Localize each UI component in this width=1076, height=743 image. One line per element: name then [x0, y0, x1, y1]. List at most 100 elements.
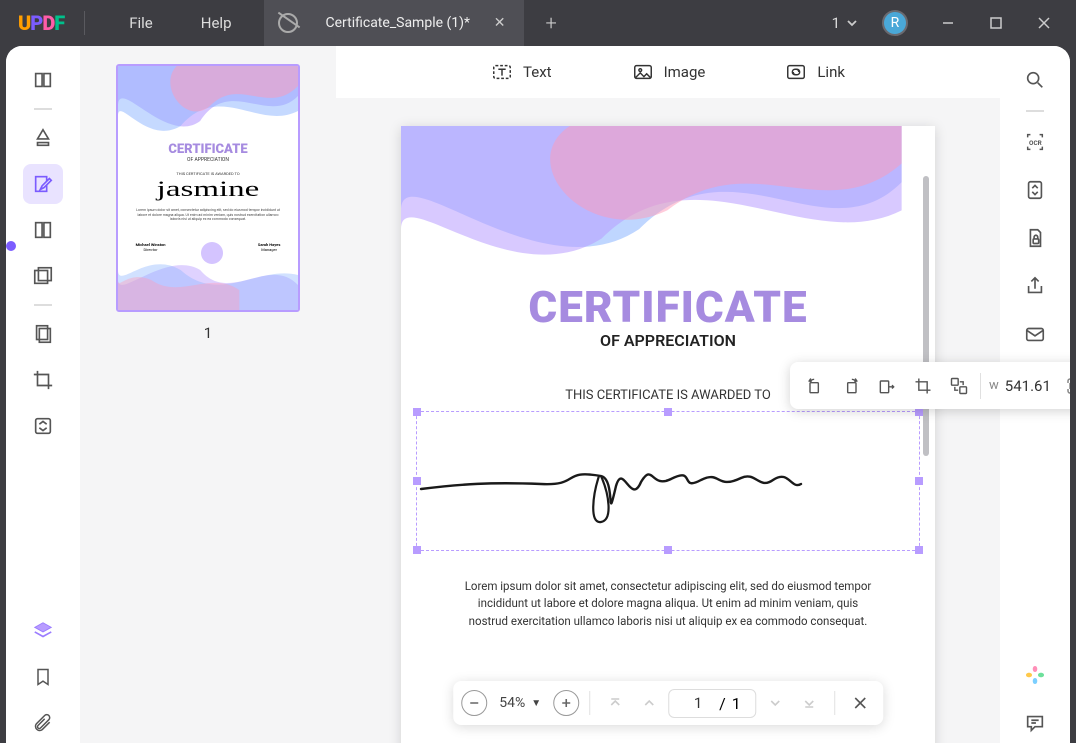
page-indicator: / 1: [668, 689, 756, 718]
crop-image-button[interactable]: [906, 369, 940, 403]
thumbnail-page-number: 1: [204, 324, 212, 342]
layers-button[interactable]: [23, 611, 63, 651]
width-value[interactable]: 541.61: [1005, 377, 1059, 395]
close-nav-button[interactable]: [845, 688, 875, 718]
thumbnail-panel: CERTIFICATE OF APPRECIATION THIS CERTIFI…: [80, 46, 336, 743]
resize-handle-n[interactable]: [664, 408, 672, 416]
width-label: w: [985, 378, 1003, 393]
redact-tool[interactable]: [23, 256, 63, 296]
replace-image-button[interactable]: [942, 369, 976, 403]
first-page-button[interactable]: [600, 688, 630, 718]
left-tool-rail: [6, 46, 80, 743]
separator: [34, 108, 52, 110]
document-tab[interactable]: Certificate_Sample (1)* ✕: [264, 0, 524, 46]
thumb-title: CERTIFICATE: [118, 142, 298, 157]
thumb-wave-bottom: [118, 260, 298, 310]
share-button[interactable]: [1015, 266, 1055, 306]
ai-assistant-button[interactable]: [1015, 655, 1055, 695]
ocr-icon: OCR: [1024, 131, 1046, 153]
prev-page-button[interactable]: [634, 688, 664, 718]
protect-button[interactable]: [1015, 218, 1055, 258]
lock-icon: [1024, 227, 1046, 249]
crop-tool[interactable]: [23, 360, 63, 400]
page-thumbnail[interactable]: CERTIFICATE OF APPRECIATION THIS CERTIFI…: [116, 64, 300, 312]
zoom-page-nav: 54% ▼ / 1: [453, 681, 883, 725]
email-button[interactable]: [1015, 314, 1055, 354]
vertical-scrollbar[interactable]: [922, 136, 930, 685]
tab-doc-icon: [278, 13, 298, 33]
comment-button[interactable]: [1015, 703, 1055, 743]
new-tab-button[interactable]: +: [546, 11, 557, 35]
maximize-button[interactable]: [974, 0, 1018, 46]
zoom-in-button[interactable]: [553, 690, 579, 716]
compress-tool[interactable]: [23, 406, 63, 446]
edit-tool[interactable]: [23, 164, 63, 204]
search-button[interactable]: [1015, 60, 1055, 100]
rotate-right-button[interactable]: [834, 369, 868, 403]
zoom-level-dropdown[interactable]: 54% ▼: [491, 695, 549, 711]
scrollbar-thumb[interactable]: [923, 176, 929, 456]
next-page-button[interactable]: [760, 688, 790, 718]
close-window-button[interactable]: [1022, 0, 1066, 46]
separator: [34, 304, 52, 306]
page-separator: /: [719, 694, 726, 713]
insert-toolbar: Text Image Link: [336, 46, 1000, 98]
document-page[interactable]: CERTIFICATE OF APPRECIATION THIS CERTIFI…: [401, 126, 935, 743]
mail-icon: [1024, 323, 1046, 345]
separator: [589, 691, 590, 715]
resize-handle-sw[interactable]: [413, 546, 421, 554]
current-page-input[interactable]: [683, 694, 713, 712]
close-tab-button[interactable]: ✕: [490, 11, 510, 35]
bookmark-button[interactable]: [23, 657, 63, 697]
separator: [834, 691, 835, 715]
app-logo: UPDF: [18, 11, 64, 35]
certificate-title[interactable]: CERTIFICATE: [449, 281, 887, 333]
menu-file[interactable]: File: [129, 14, 153, 32]
thumb-wave-graphic: [118, 66, 298, 140]
svg-text:OCR: OCR: [1029, 139, 1042, 147]
ocr-button[interactable]: OCR: [1015, 122, 1055, 162]
organize-tool[interactable]: [23, 210, 63, 250]
resize-handle-s[interactable]: [664, 546, 672, 554]
insert-image-label: Image: [664, 63, 706, 81]
search-icon: [1024, 69, 1046, 91]
image-icon: [632, 61, 654, 83]
link-icon: [785, 61, 807, 83]
comment-icon: [1024, 712, 1046, 734]
thumb-sig-right-role: Manager: [261, 247, 277, 252]
separator: [980, 373, 981, 399]
pages-tool[interactable]: [23, 314, 63, 354]
insert-image-button[interactable]: Image: [632, 61, 706, 83]
reader-tool[interactable]: [23, 60, 63, 100]
text-icon: [491, 61, 513, 83]
certificate-subtitle[interactable]: OF APPRECIATION: [449, 331, 887, 350]
separator: [1026, 110, 1044, 112]
extract-button[interactable]: [870, 369, 904, 403]
recipient-signature-image[interactable]: [401, 434, 935, 534]
zoom-out-button[interactable]: [461, 690, 487, 716]
resize-handle-nw[interactable]: [413, 408, 421, 416]
tab-title: Certificate_Sample (1)*: [326, 15, 471, 31]
thumb-signature: jasmine: [116, 176, 300, 202]
lock-aspect-button[interactable]: [1061, 377, 1070, 395]
ai-flower-icon: [1023, 663, 1047, 687]
thumb-sig-left-role: Director: [144, 247, 158, 252]
titlebar: UPDF File Help Certificate_Sample (1)* ✕…: [0, 0, 1076, 46]
attachment-button[interactable]: [23, 703, 63, 743]
insert-link-button[interactable]: Link: [785, 61, 845, 83]
highlight-tool[interactable]: [23, 118, 63, 158]
chevron-down-icon: ▼: [531, 698, 541, 709]
last-page-button[interactable]: [794, 688, 824, 718]
user-avatar[interactable]: R: [882, 10, 908, 36]
active-indicator: [6, 241, 16, 251]
insert-text-button[interactable]: Text: [491, 61, 552, 83]
menu-help[interactable]: Help: [201, 14, 232, 32]
convert-button[interactable]: [1015, 170, 1055, 210]
zoom-value: 54%: [499, 695, 525, 711]
certificate-body-text[interactable]: Lorem ipsum dolor sit amet, consectetur …: [461, 578, 875, 630]
app-body: CERTIFICATE OF APPRECIATION THIS CERTIFI…: [6, 46, 1070, 743]
canvas-viewport[interactable]: CERTIFICATE OF APPRECIATION THIS CERTIFI…: [336, 98, 1000, 743]
tab-count[interactable]: 1: [826, 10, 864, 36]
minimize-button[interactable]: [926, 0, 970, 46]
rotate-left-button[interactable]: [798, 369, 832, 403]
